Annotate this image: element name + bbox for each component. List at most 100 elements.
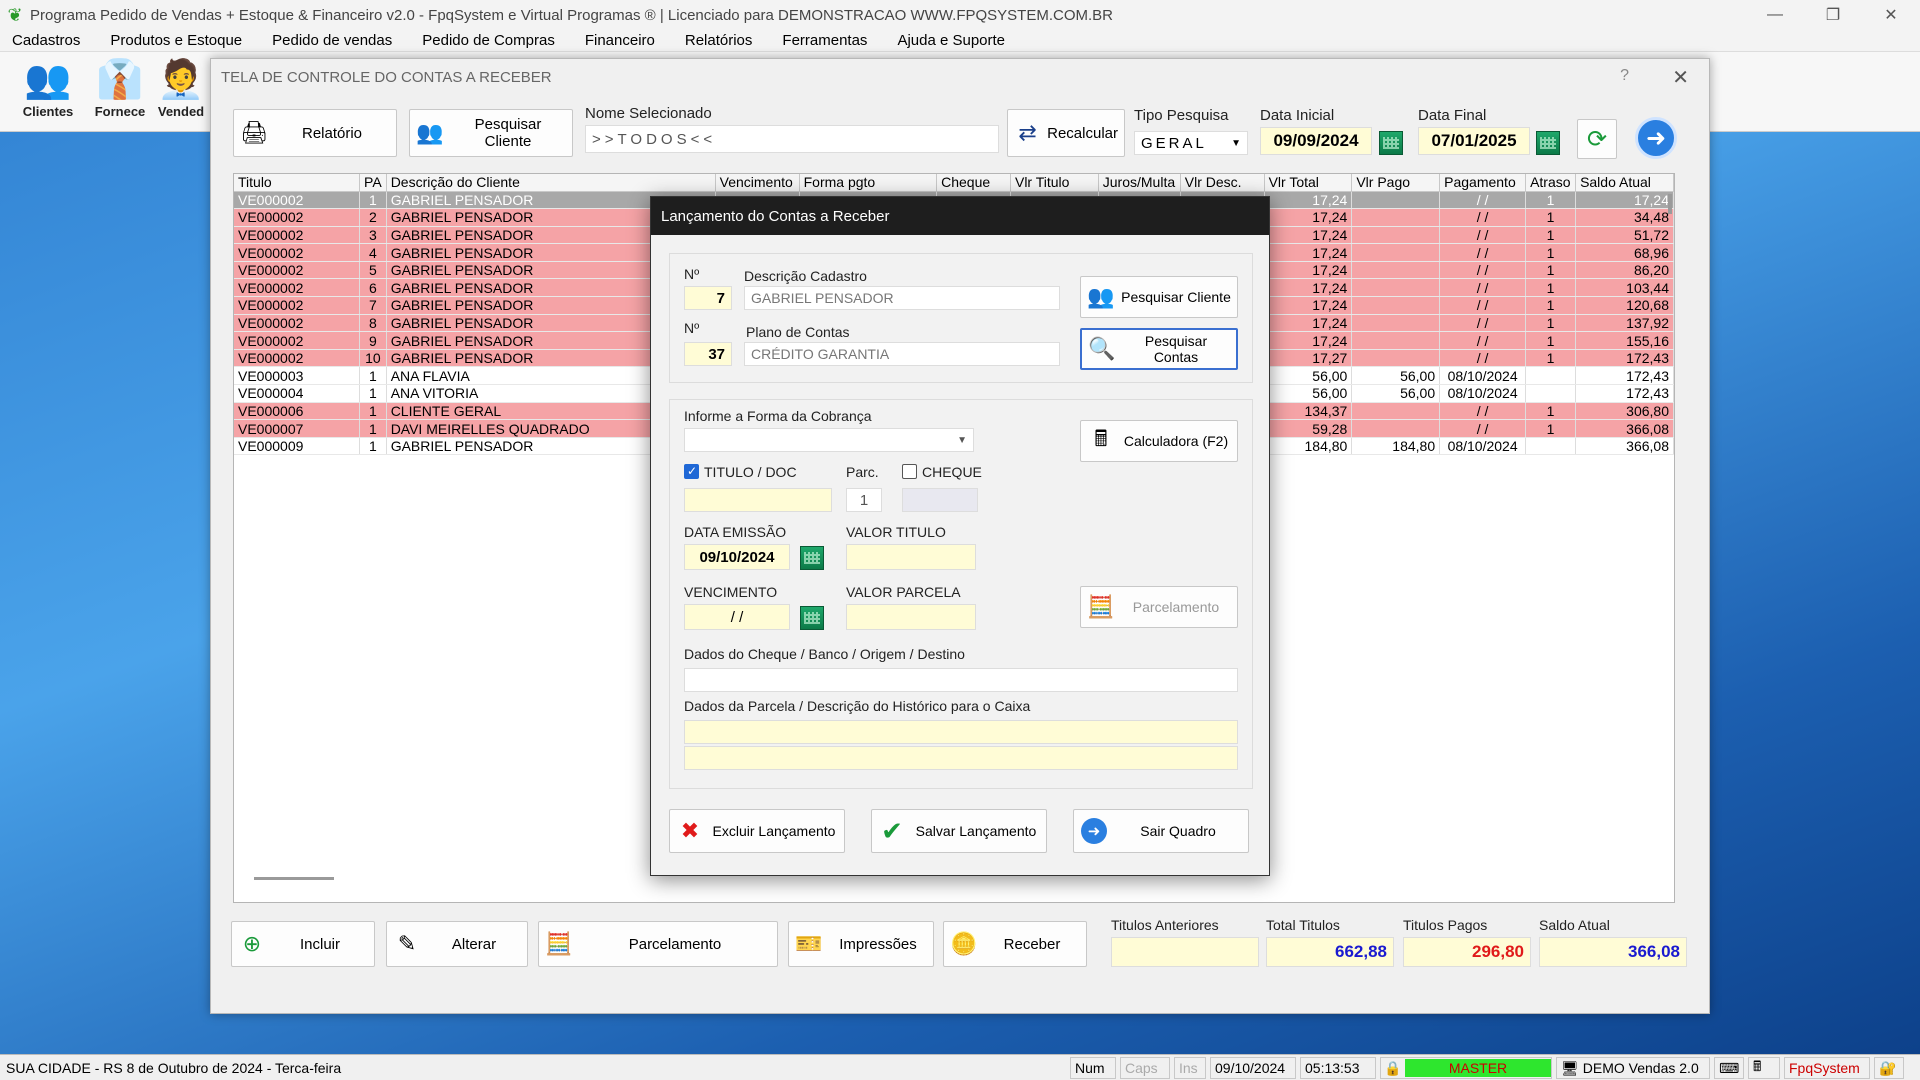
lancamento-dialog: Lançamento do Contas a Receber Nº Descri… <box>650 196 1270 876</box>
excluir-lancamento-button[interactable]: ✖ Excluir Lançamento <box>669 809 845 853</box>
calculator-icon[interactable]: 🖩 <box>1748 1057 1780 1079</box>
network-icon[interactable]: ⌨ <box>1714 1057 1744 1079</box>
window-title: TELA DE CONTROLE DO CONTAS A RECEBER <box>221 69 552 86</box>
status-system: 🖥 DEMO Vendas 2.0 <box>1556 1057 1710 1079</box>
impressoes-button[interactable]: 🎫 Impressões <box>788 921 934 967</box>
plano-numero-field[interactable]: 37 <box>684 342 732 366</box>
parcelamento-button[interactable]: 🧮 Parcelamento <box>538 921 778 967</box>
calculadora-button[interactable]: 🖩 Calculadora (F2) <box>1080 420 1238 462</box>
cell-atraso <box>1525 437 1577 456</box>
cell-pagamento: / / <box>1439 226 1527 245</box>
col-vlr-total[interactable]: Vlr Total <box>1264 174 1353 192</box>
cell-pa: 1 <box>359 402 387 421</box>
coin-icon: 🪙 <box>950 931 978 956</box>
col-vlr-titulo[interactable]: Vlr Titulo <box>1010 174 1099 192</box>
app-logo-icon: ❦ <box>7 4 23 25</box>
menu-produtos-estoque[interactable]: Produtos e Estoque <box>110 32 242 49</box>
valor-parcela-field[interactable] <box>846 604 976 630</box>
cell-total: 17,24 <box>1264 331 1353 350</box>
arrow-right-icon[interactable]: ➜ <box>1635 117 1677 159</box>
vertical-scrollbar[interactable] <box>1668 194 1672 214</box>
toolbar-fornece[interactable]: 👔 Fornece <box>84 56 156 130</box>
menu-cadastros[interactable]: Cadastros <box>12 32 80 49</box>
total-titulos-label: Total Titulos <box>1266 917 1340 933</box>
col-vlr-pago[interactable]: Vlr Pago <box>1351 174 1441 192</box>
historico-linha2-field[interactable] <box>684 746 1238 770</box>
cell-saldo: 172,43 <box>1575 349 1674 368</box>
help-icon[interactable]: ? <box>1620 67 1629 85</box>
cell-pa: 2 <box>359 208 387 227</box>
titulo-doc-field[interactable] <box>684 488 832 512</box>
alterar-button[interactable]: ✎ Alterar <box>386 921 528 967</box>
close-window-button[interactable]: ✕ <box>1862 0 1920 30</box>
menu-ferramentas[interactable]: Ferramentas <box>782 32 867 49</box>
calendar-icon[interactable] <box>800 606 824 630</box>
col-titulo[interactable]: Titulo <box>234 174 361 192</box>
data-inicial-field[interactable]: 09/09/2024 <box>1260 127 1372 155</box>
calendar-icon[interactable] <box>1379 131 1403 155</box>
cheque-dados-field[interactable] <box>684 668 1238 692</box>
menu-pedido-vendas[interactable]: Pedido de vendas <box>272 32 392 49</box>
cell-pa: 9 <box>359 331 387 350</box>
cheque-checkbox[interactable] <box>902 464 917 479</box>
cliente-nome-field[interactable]: GABRIEL PENSADOR <box>744 286 1060 310</box>
cadastro-panel: Nº Descrição Cadastro 7 GABRIEL PENSADOR… <box>669 253 1253 383</box>
cliente-numero-field[interactable]: 7 <box>684 286 732 310</box>
salvar-lancamento-button[interactable]: ✔ Salvar Lançamento <box>871 809 1047 853</box>
menu-pedido-compras[interactable]: Pedido de Compras <box>422 32 555 49</box>
pesquisar-cliente-button[interactable]: 👥 Pesquisar Cliente <box>409 109 573 157</box>
col-vencimento[interactable]: Vencimento <box>715 174 800 192</box>
valor-titulo-field[interactable] <box>846 544 976 570</box>
calendar-icon[interactable] <box>1536 131 1560 155</box>
relatorio-button[interactable]: 🖨 Relatório <box>233 109 397 157</box>
parc-field[interactable]: 1 <box>846 488 882 512</box>
dlg-parcelamento-button[interactable]: 🧮 Parcelamento <box>1080 586 1238 628</box>
col-forma-pgto[interactable]: Forma pgto <box>799 174 938 192</box>
cell-pa: 8 <box>359 314 387 333</box>
plano-nome-field[interactable]: CRÉDITO GARANTIA <box>744 342 1060 366</box>
pesquisar-contas-button[interactable]: 🔍 Pesquisar Contas <box>1080 328 1238 370</box>
col-pagamento[interactable]: Pagamento <box>1439 174 1527 192</box>
tipo-pesquisa-select[interactable]: GERAL ▼ <box>1134 131 1248 155</box>
minimize-button[interactable]: — <box>1746 0 1804 30</box>
nome-selecionado-field[interactable]: >>TODOS<< <box>585 125 999 153</box>
col-cheque[interactable]: Cheque <box>936 174 1011 192</box>
col-juros-multa[interactable]: Juros/Multa <box>1098 174 1181 192</box>
saldo-atual-label: Saldo Atual <box>1539 917 1610 933</box>
vencimento-label: VENCIMENTO <box>684 584 778 600</box>
col-saldo-atual[interactable]: Saldo Atual <box>1575 174 1674 192</box>
historico-linha1-field[interactable] <box>684 720 1238 744</box>
refresh-icon[interactable]: ⟳ <box>1577 119 1617 159</box>
incluir-button[interactable]: ⊕ Incluir <box>231 921 375 967</box>
menu-relatorios[interactable]: Relatórios <box>685 32 753 49</box>
close-icon[interactable]: ✕ <box>1672 65 1689 90</box>
col-cliente[interactable]: Descrição do Cliente <box>386 174 716 192</box>
cell-pa: 4 <box>359 243 387 262</box>
data-emissao-field[interactable]: 09/10/2024 <box>684 544 790 570</box>
lock-icon[interactable]: 🔐 <box>1874 1057 1904 1079</box>
col-atraso[interactable]: Atraso <box>1525 174 1577 192</box>
menu-ajuda-suporte[interactable]: Ajuda e Suporte <box>897 32 1005 49</box>
cell-saldo: 51,72 <box>1575 226 1674 245</box>
cheque-field[interactable] <box>902 488 978 512</box>
cell-total: 17,24 <box>1264 278 1353 298</box>
data-final-field[interactable]: 07/01/2025 <box>1418 127 1530 155</box>
menu-financeiro[interactable]: Financeiro <box>585 32 655 49</box>
sair-quadro-button[interactable]: ➜ Sair Quadro <box>1073 809 1249 853</box>
forma-cobranca-select[interactable]: ▼ <box>684 428 974 452</box>
horizontal-scrollbar[interactable] <box>254 877 334 880</box>
vencimento-field[interactable]: / / <box>684 604 790 630</box>
col-vlr-desc[interactable]: Vlr Desc. <box>1180 174 1265 192</box>
forma-cobranca-label: Informe a Forma da Cobrança <box>684 408 872 424</box>
receber-button[interactable]: 🪙 Receber <box>943 921 1087 967</box>
titulo-doc-checkbox[interactable] <box>684 464 699 479</box>
restore-button[interactable]: ❐ <box>1804 0 1862 30</box>
recalcular-button[interactable]: ⇄ Recalcular <box>1007 109 1125 157</box>
calendar-icon[interactable] <box>800 546 824 570</box>
cell-pa: 1 <box>359 384 387 403</box>
col-pa[interactable]: PA <box>359 174 387 192</box>
toolbar-vendedores[interactable]: 🧑‍💼 Vended <box>152 56 210 130</box>
toolbar-clientes[interactable]: 👥 Clientes <box>12 56 84 130</box>
cell-titulo: VE000002 <box>234 314 361 333</box>
dlg-pesquisar-cliente-button[interactable]: 👥 Pesquisar Cliente <box>1080 276 1238 318</box>
